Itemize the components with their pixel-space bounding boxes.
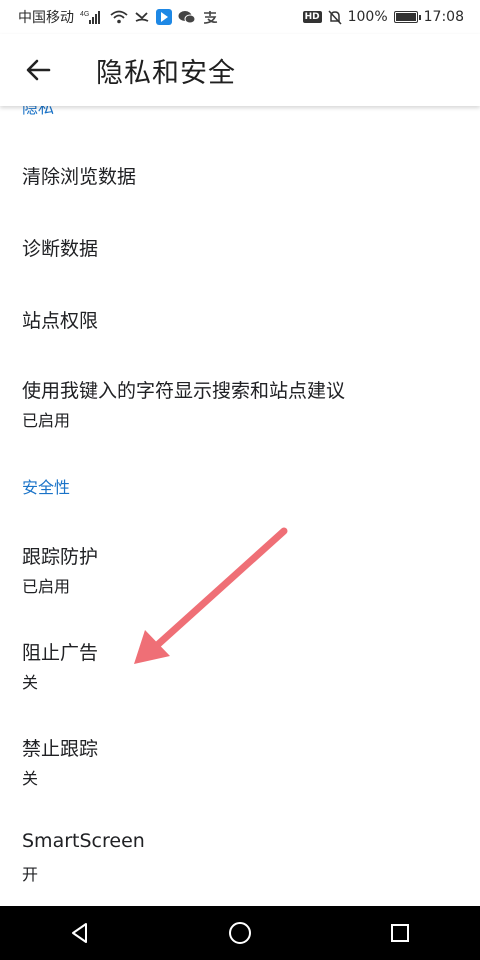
- signal-icon: 4G: [80, 10, 104, 24]
- triangle-back-icon: [72, 923, 87, 943]
- section-header-security: 安全性: [22, 478, 71, 497]
- setting-status: 已启用: [22, 411, 71, 430]
- section-header-privacy: 隐私: [22, 106, 55, 117]
- nav-recents-button[interactable]: [370, 906, 430, 960]
- setting-status: 关: [22, 769, 39, 788]
- wifi-icon: [110, 10, 128, 24]
- hd-badge: HD: [302, 11, 322, 23]
- arrow-left-icon: [26, 59, 51, 81]
- carrier-label: 中国移动: [18, 10, 74, 26]
- setting-smartscreen[interactable]: SmartScreen 开: [0, 806, 480, 902]
- page-title: 隐私和安全: [96, 57, 236, 89]
- battery-percent: 100%: [347, 9, 388, 25]
- circle-home-icon: [229, 922, 251, 944]
- setting-search-suggestions[interactable]: 使用我键入的字符显示搜索和站点建议 已启用: [0, 354, 480, 448]
- setting-block-ads[interactable]: 阻止广告 关: [0, 614, 480, 710]
- setting-site-permissions[interactable]: 站点权限: [0, 282, 480, 354]
- mute-icon: [328, 9, 342, 25]
- setting-do-not-track[interactable]: 禁止跟踪 关: [0, 710, 480, 806]
- setting-status: 已启用: [22, 577, 71, 596]
- setting-title: 阻止广告: [22, 642, 99, 664]
- battery-icon: [393, 11, 421, 23]
- app-notification-icon: [156, 9, 172, 25]
- status-bar: 中国移动 4G HD 100% 17:08: [0, 0, 480, 34]
- nav-home-button[interactable]: [210, 906, 270, 960]
- back-button[interactable]: [18, 50, 58, 90]
- system-nav-bar: [0, 906, 480, 960]
- setting-title: 使用我键入的字符显示搜索和站点建议: [22, 380, 346, 402]
- nav-back-button[interactable]: [50, 906, 110, 960]
- setting-title: 诊断数据: [22, 238, 99, 260]
- setting-tracking-prevention[interactable]: 跟踪防护 已启用: [0, 520, 480, 614]
- network-type-label: 4G: [80, 11, 89, 18]
- setting-title: 站点权限: [22, 310, 99, 332]
- alipay-icon: [202, 10, 218, 24]
- setting-status: 开: [22, 865, 39, 884]
- app-toolbar: 隐私和安全: [0, 34, 480, 106]
- setting-diagnostic-data[interactable]: 诊断数据: [0, 210, 480, 282]
- setting-title: 跟踪防护: [22, 546, 99, 568]
- wechat-icon: [178, 10, 196, 24]
- settings-list[interactable]: 隐私 清除浏览数据 诊断数据 站点权限 使用我键入的字符显示搜索和站点建议 已启…: [0, 106, 480, 906]
- setting-title: 禁止跟踪: [22, 738, 99, 760]
- missed-call-icon: [134, 10, 150, 24]
- clock: 17:08: [423, 9, 464, 25]
- setting-status: 关: [22, 673, 39, 692]
- battery-fill: [395, 13, 416, 21]
- setting-title: 清除浏览数据: [22, 166, 137, 188]
- setting-title: SmartScreen: [22, 830, 145, 852]
- square-recents-icon: [391, 924, 409, 942]
- setting-clear-browsing-data[interactable]: 清除浏览数据: [0, 138, 480, 210]
